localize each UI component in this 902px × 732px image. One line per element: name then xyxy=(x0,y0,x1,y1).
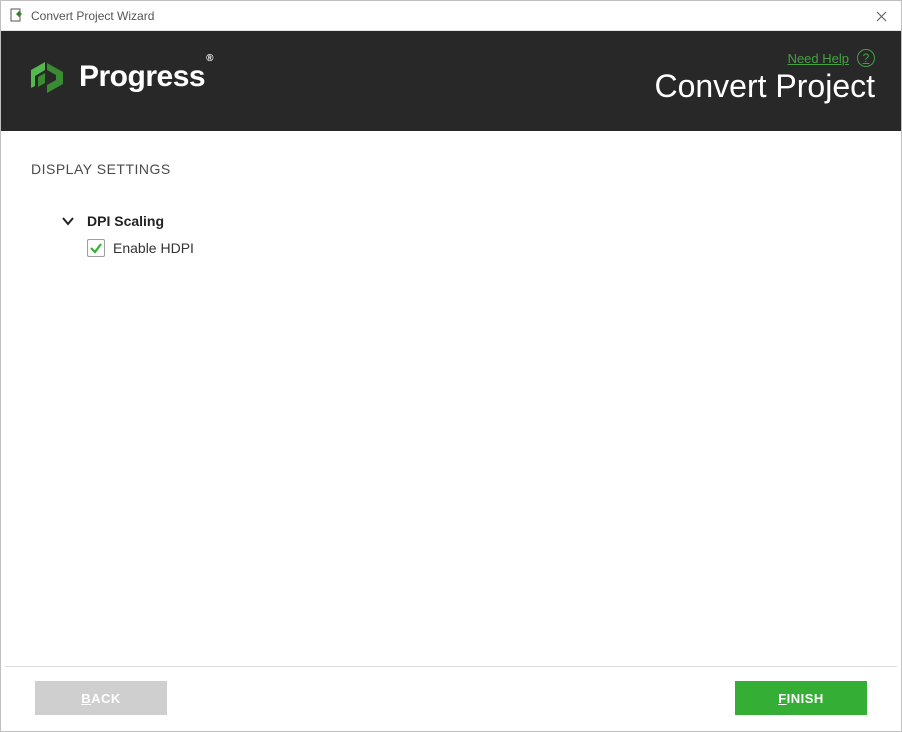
help-icon: ? xyxy=(857,49,875,67)
close-button[interactable] xyxy=(871,6,891,26)
help-link[interactable]: Need Help ? xyxy=(788,49,875,67)
window-title: Convert Project Wizard xyxy=(31,9,154,23)
wizard-footer: BACK FINISH xyxy=(5,666,897,731)
chevron-down-icon xyxy=(61,214,75,228)
back-button[interactable]: BACK xyxy=(35,681,167,715)
wizard-header: Progress® Need Help ? Convert Project xyxy=(1,31,901,131)
group-toggle[interactable]: DPI Scaling xyxy=(61,213,871,229)
section-heading: DISPLAY SETTINGS xyxy=(31,161,871,177)
finish-button[interactable]: FINISH xyxy=(735,681,867,715)
wizard-content: DISPLAY SETTINGS DPI Scaling Enable HDPI xyxy=(1,131,901,666)
progress-logo-icon xyxy=(27,59,69,95)
dpi-scaling-group: DPI Scaling Enable HDPI xyxy=(61,213,871,257)
enable-hdpi-row: Enable HDPI xyxy=(87,239,871,257)
titlebar: Convert Project Wizard xyxy=(1,1,901,31)
enable-hdpi-label: Enable HDPI xyxy=(113,240,194,256)
app-icon xyxy=(9,8,25,24)
wizard-title: Convert Project xyxy=(654,68,875,105)
brand-name: Progress® xyxy=(79,60,212,94)
brand-logo: Progress® xyxy=(27,59,212,95)
enable-hdpi-checkbox[interactable] xyxy=(87,239,105,257)
group-title: DPI Scaling xyxy=(87,213,164,229)
help-label: Need Help xyxy=(788,51,849,66)
